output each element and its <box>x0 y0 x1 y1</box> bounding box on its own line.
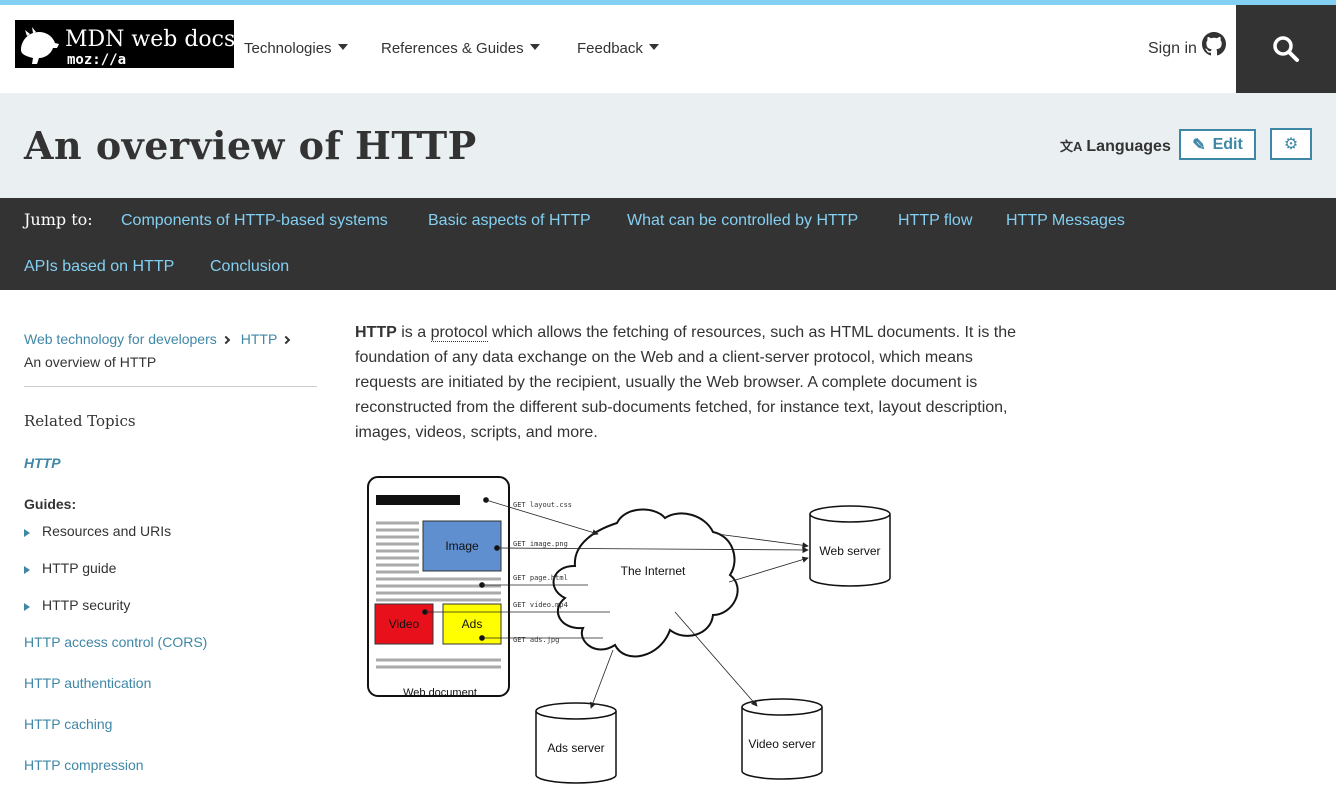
expand-triangle-icon <box>24 566 30 574</box>
translate-icon: 文A <box>1060 139 1083 154</box>
sidebar-item-label: Resources and URIs <box>42 523 172 539</box>
internet-label: The Internet <box>621 564 686 578</box>
dino-icon <box>21 27 59 64</box>
sidebar-link-authentication[interactable]: HTTP authentication <box>24 675 151 691</box>
video-server-label: Video server <box>748 737 815 751</box>
chevron-right-icon <box>221 335 230 345</box>
guides-heading: Guides: <box>24 496 77 512</box>
edit-label: Edit <box>1212 135 1243 153</box>
jump-http-flow[interactable]: HTTP flow <box>898 212 972 230</box>
web-document-label: Web document <box>403 687 477 699</box>
nav-technologies[interactable]: Technologies <box>244 40 348 57</box>
mdn-logo[interactable]: MDN web docs moz://a <box>15 20 234 68</box>
gear-icon: ⚙ <box>1283 136 1299 153</box>
search-button[interactable] <box>1236 5 1336 93</box>
edit-button[interactable]: ✎ Edit <box>1179 129 1256 160</box>
site-header: MDN web docs moz://a Technologies Refere… <box>0 5 1336 93</box>
ads-box-label: Ads <box>462 617 483 631</box>
nav-feedback[interactable]: Feedback <box>577 40 659 57</box>
languages-label: Languages <box>1086 138 1171 155</box>
ads-server-label: Ads server <box>547 741 604 755</box>
sidebar-item-resources-uris[interactable]: Resources and URIs <box>24 523 171 539</box>
logo-subtitle: moz://a <box>67 52 126 68</box>
sidebar-item-http-guide[interactable]: HTTP guide <box>24 560 116 576</box>
title-bar: An overview of HTTP 文A Languages ✎ Edit ⚙ <box>0 93 1336 198</box>
sidebar-link-compression[interactable]: HTTP compression <box>24 757 144 773</box>
page-title: An overview of HTTP <box>24 123 477 168</box>
jump-apis[interactable]: APIs based on HTTP <box>24 258 174 276</box>
web-server-cylinder: Web server <box>809 505 891 587</box>
breadcrumb: Web technology for developers HTTP An ove… <box>24 328 314 374</box>
breadcrumb-http[interactable]: HTTP <box>241 331 278 347</box>
video-server-cylinder: Video server <box>741 698 823 780</box>
sidebar-item-http-security[interactable]: HTTP security <box>24 597 130 613</box>
settings-button[interactable]: ⚙ <box>1270 128 1312 160</box>
sidebar-item-label: HTTP guide <box>42 560 117 576</box>
pencil-icon: ✎ <box>1192 136 1206 154</box>
nav-references-label: References & Guides <box>381 40 524 57</box>
intro-text-is: is a <box>396 324 431 341</box>
internet-cloud <box>552 508 739 658</box>
image-box-label: Image <box>445 539 479 553</box>
nav-technologies-label: Technologies <box>244 40 332 57</box>
expand-triangle-icon <box>24 529 30 537</box>
video-box-label: Video <box>389 617 420 631</box>
request-label: GET ads.jpg <box>513 636 559 644</box>
sidebar-link-cors[interactable]: HTTP access control (CORS) <box>24 634 207 650</box>
breadcrumb-web-technology[interactable]: Web technology for developers <box>24 331 217 347</box>
caret-down-icon <box>529 44 540 50</box>
sidebar-item-http[interactable]: HTTP <box>24 455 61 471</box>
intro-term: HTTP <box>355 324 397 341</box>
http-overview-diagram: Image Video Ads Web document The Interne… <box>367 476 891 784</box>
breadcrumb-current: An overview of HTTP <box>24 354 157 370</box>
sign-in-link[interactable]: Sign in <box>1148 40 1197 58</box>
request-label: GET page.html <box>513 574 568 582</box>
jump-http-messages[interactable]: HTTP Messages <box>1006 212 1125 230</box>
search-icon <box>1273 36 1299 62</box>
intro-paragraph: HTTP is a protocol which allows the fetc… <box>355 320 1025 445</box>
nav-feedback-label: Feedback <box>577 40 643 57</box>
protocol-link[interactable]: protocol <box>430 324 488 342</box>
jump-basic-aspects[interactable]: Basic aspects of HTTP <box>428 212 591 230</box>
caret-down-icon <box>648 44 659 50</box>
languages-button[interactable]: 文A Languages <box>1060 136 1171 156</box>
jump-to-label: Jump to: <box>24 210 93 229</box>
web-document-illustration: Image Video Ads Web document <box>367 476 510 699</box>
caret-down-icon <box>337 44 348 50</box>
jump-what-can-be-controlled[interactable]: What can be controlled by HTTP <box>627 212 858 230</box>
nav-references-guides[interactable]: References & Guides <box>381 40 540 57</box>
request-label: GET video.mp4 <box>513 601 568 609</box>
request-label: GET image.png <box>513 540 568 548</box>
logo-title: MDN web docs <box>65 27 234 52</box>
sidebar-item-label: HTTP security <box>42 597 131 613</box>
sidebar-link-caching[interactable]: HTTP caching <box>24 716 112 732</box>
expand-triangle-icon <box>24 603 30 611</box>
related-topics-heading: Related Topics <box>24 412 136 430</box>
request-label: GET layout.css <box>513 501 572 509</box>
sidebar-divider <box>24 386 317 387</box>
jump-components[interactable]: Components of HTTP-based systems <box>121 212 388 230</box>
jump-to-bar: Jump to: Components of HTTP-based system… <box>0 198 1336 290</box>
jump-conclusion[interactable]: Conclusion <box>210 258 289 276</box>
github-icon[interactable] <box>1202 32 1226 56</box>
chevron-right-icon <box>282 335 291 345</box>
ads-server-cylinder: Ads server <box>535 702 617 784</box>
web-server-label: Web server <box>819 544 880 558</box>
